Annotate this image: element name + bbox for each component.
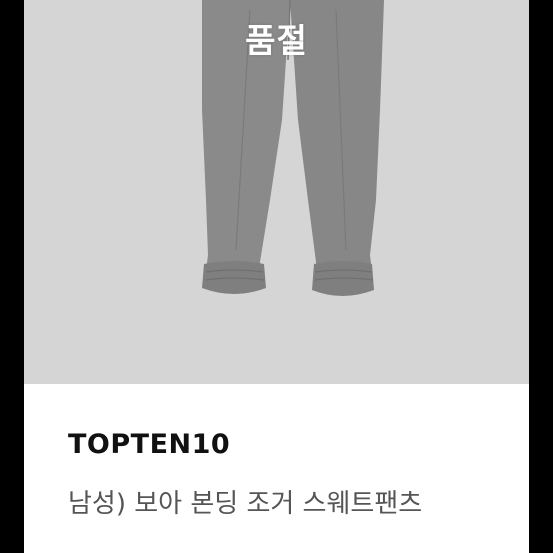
- brand-name: TOPTEN10: [68, 429, 231, 460]
- product-title[interactable]: 남성) 보아 본딩 조거 스웨트팬츠: [68, 482, 508, 526]
- screen-frame: 품절 TOPTEN10 남성) 보아 본딩 조거 스웨트팬츠: [0, 0, 553, 553]
- product-image[interactable]: 품절: [24, 0, 529, 384]
- sold-out-label: 품절: [245, 21, 308, 60]
- product-card[interactable]: 품절 TOPTEN10 남성) 보아 본딩 조거 스웨트팬츠: [24, 0, 529, 553]
